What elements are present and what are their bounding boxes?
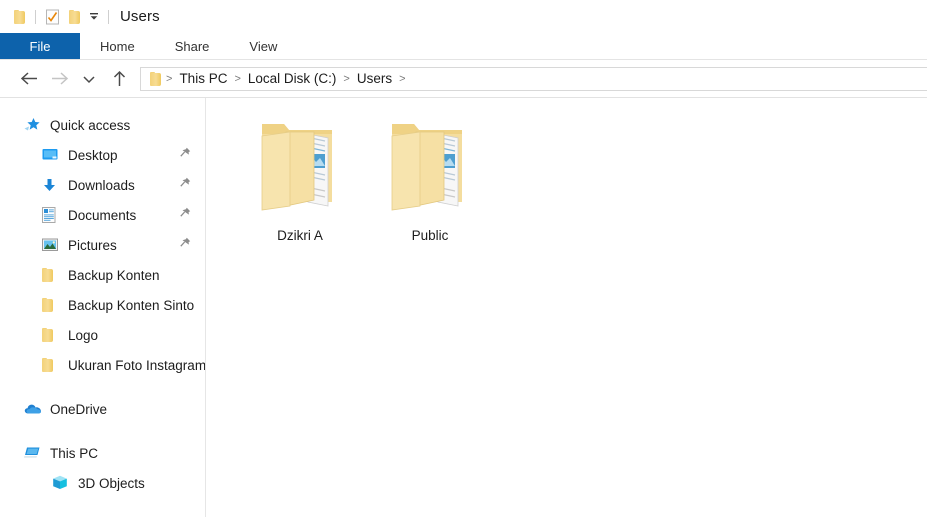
properties-icon[interactable]: [41, 6, 63, 28]
sidebar-label-3d-objects: 3D Objects: [78, 475, 145, 491]
toolbar-divider-2: [108, 9, 109, 24]
folder-large-icon: [391, 124, 462, 211]
sidebar-label-downloads: Downloads: [68, 177, 135, 193]
sidebar-item-downloads[interactable]: Downloads: [0, 170, 205, 200]
forward-arrow-icon: [44, 65, 74, 93]
folder-icon: [42, 266, 62, 284]
breadcrumb-users[interactable]: Users: [352, 71, 397, 86]
file-explorer-window: Users File Home Share View > This PC > L…: [0, 0, 927, 517]
folder-icon[interactable]: [8, 6, 30, 28]
downloads-icon: [42, 176, 62, 194]
breadcrumb-this-pc[interactable]: This PC: [174, 71, 232, 86]
sidebar-label-pictures: Pictures: [68, 237, 117, 253]
sidebar-label-backup-konten-sinto: Backup Konten Sinto: [68, 297, 195, 313]
desktop-icon: [42, 146, 62, 164]
quick-access-star-icon: [24, 116, 44, 134]
pin-icon[interactable]: [180, 177, 191, 193]
breadcrumb-separator-3[interactable]: >: [397, 73, 407, 85]
breadcrumb-separator-1[interactable]: >: [232, 73, 242, 85]
breadcrumb-local-disk[interactable]: Local Disk (C:): [243, 71, 342, 86]
sidebar-label-onedrive: OneDrive: [50, 401, 108, 417]
sidebar-label-documents: Documents: [68, 207, 137, 223]
toolbar-divider: [35, 9, 36, 24]
ribbon-tab-bar: File Home Share View: [0, 33, 927, 60]
folder-large-icon: [261, 124, 332, 211]
sidebar-item-backup-konten-sinto[interactable]: Backup Konten Sinto: [0, 290, 205, 320]
sidebar-item-3d-objects[interactable]: 3D Objects: [0, 468, 205, 498]
file-grid: Dzikri A Public: [206, 106, 927, 243]
item-label: Public: [411, 228, 449, 243]
list-item[interactable]: Public: [384, 110, 476, 243]
navigation-pane: Quick access Desktop Downloads Documents…: [0, 98, 206, 517]
sidebar-label-ukuran-foto-instagram: Ukuran Foto Instagram: [68, 357, 205, 373]
sidebar-item-backup-konten[interactable]: Backup Konten: [0, 260, 205, 290]
sidebar-group-spacer: [0, 380, 205, 394]
onedrive-cloud-icon: [24, 400, 44, 418]
recent-locations-chevron-icon[interactable]: [74, 65, 104, 93]
tab-file[interactable]: File: [0, 33, 80, 59]
folder-icon: [42, 296, 62, 314]
list-item[interactable]: Dzikri A: [254, 110, 346, 243]
sidebar-label-logo: Logo: [68, 327, 99, 343]
sidebar-label-backup-konten: Backup Konten: [68, 267, 160, 283]
up-arrow-icon[interactable]: [104, 65, 134, 93]
sidebar-label-this-pc: This PC: [50, 445, 99, 461]
explorer-body: Quick access Desktop Downloads Documents…: [0, 98, 927, 517]
window-title: Users: [120, 8, 160, 25]
pin-icon[interactable]: [180, 147, 191, 163]
tab-home[interactable]: Home: [80, 33, 155, 59]
sidebar-label-quick-access: Quick access: [50, 117, 131, 133]
tab-view[interactable]: View: [229, 33, 297, 59]
pin-icon[interactable]: [180, 207, 191, 223]
folder-icon: [42, 326, 62, 344]
file-list-pane[interactable]: Dzikri A Public: [206, 98, 927, 517]
breadcrumb-separator-0[interactable]: >: [164, 73, 174, 85]
tab-share[interactable]: Share: [155, 33, 230, 59]
sidebar-item-onedrive[interactable]: OneDrive: [0, 394, 205, 424]
folder-icon: [42, 356, 62, 374]
sidebar-label-desktop: Desktop: [68, 147, 118, 163]
sidebar-item-this-pc[interactable]: This PC: [0, 438, 205, 468]
sidebar-item-documents[interactable]: Documents: [0, 200, 205, 230]
3d-objects-icon: [52, 474, 72, 492]
sidebar-item-ukuran-foto-instagram[interactable]: Ukuran Foto Instagram: [0, 350, 205, 380]
quick-access-toolbar: [8, 6, 114, 28]
pin-icon[interactable]: [180, 237, 191, 253]
chevron-down-icon[interactable]: [85, 6, 103, 28]
address-bar[interactable]: > This PC > Local Disk (C:) > Users >: [140, 66, 927, 91]
sidebar-item-quick-access[interactable]: Quick access: [0, 110, 205, 140]
navigation-bar: > This PC > Local Disk (C:) > Users >: [0, 60, 927, 98]
sidebar-item-logo[interactable]: Logo: [0, 320, 205, 350]
address-folder-icon[interactable]: [149, 71, 164, 86]
title-bar: Users: [0, 0, 927, 33]
back-arrow-icon[interactable]: [14, 65, 44, 93]
sidebar-item-desktop[interactable]: Desktop: [0, 140, 205, 170]
pictures-icon: [42, 236, 62, 254]
sidebar-item-pictures[interactable]: Pictures: [0, 230, 205, 260]
new-folder-icon[interactable]: [63, 6, 85, 28]
item-label: Dzikri A: [277, 228, 323, 243]
breadcrumb-separator-2[interactable]: >: [341, 73, 351, 85]
this-pc-icon: [24, 444, 44, 462]
documents-icon: [42, 206, 62, 224]
sidebar-group-spacer-2: [0, 424, 205, 438]
